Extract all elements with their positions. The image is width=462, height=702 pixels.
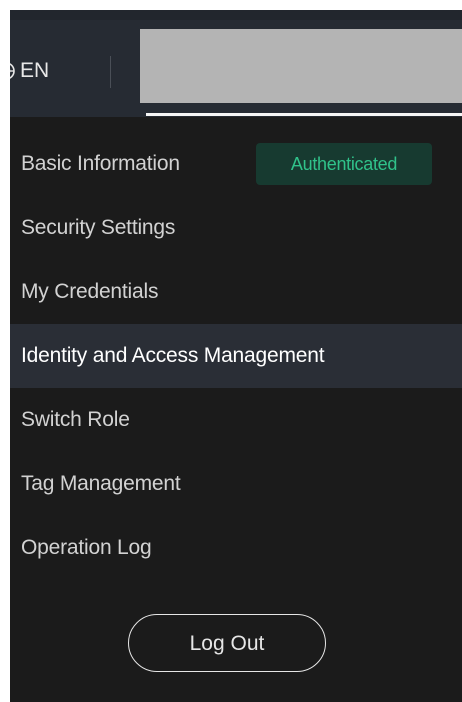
menu-item-tag-management[interactable]: Tag Management [10,452,462,516]
account-name-redacted[interactable] [140,29,462,103]
globe-icon [10,63,15,79]
menu-item-label: Basic Information [21,152,180,175]
header-divider [110,56,111,88]
menu-item-label: Tag Management [21,472,181,495]
menu-item-my-credentials[interactable]: My Credentials [10,260,462,324]
language-label: EN [20,59,50,82]
menu-item-basic-information[interactable]: Basic Information Authenticated [10,132,462,196]
log-out-button[interactable]: Log Out [128,614,326,672]
menu-item-operation-log[interactable]: Operation Log [10,516,462,580]
menu-item-label: Security Settings [21,216,176,239]
menu-item-switch-role[interactable]: Switch Role [10,388,462,452]
menu-item-label: My Credentials [21,280,159,303]
authenticated-status-badge: Authenticated [256,143,432,185]
header-bar: EN [10,10,462,117]
menu-item-label: Operation Log [21,536,152,559]
user-dropdown-menu: EN Basic Information Authenticated Secur… [10,10,462,702]
menu-item-label: Switch Role [21,408,130,431]
menu-item-security-settings[interactable]: Security Settings [10,196,462,260]
header-top-strip [10,10,462,20]
account-menu-list: Basic Information Authenticated Security… [10,132,462,580]
menu-item-identity-and-access-management[interactable]: Identity and Access Management [10,324,462,388]
account-name-underline [146,113,462,116]
menu-item-label: Identity and Access Management [21,344,325,367]
